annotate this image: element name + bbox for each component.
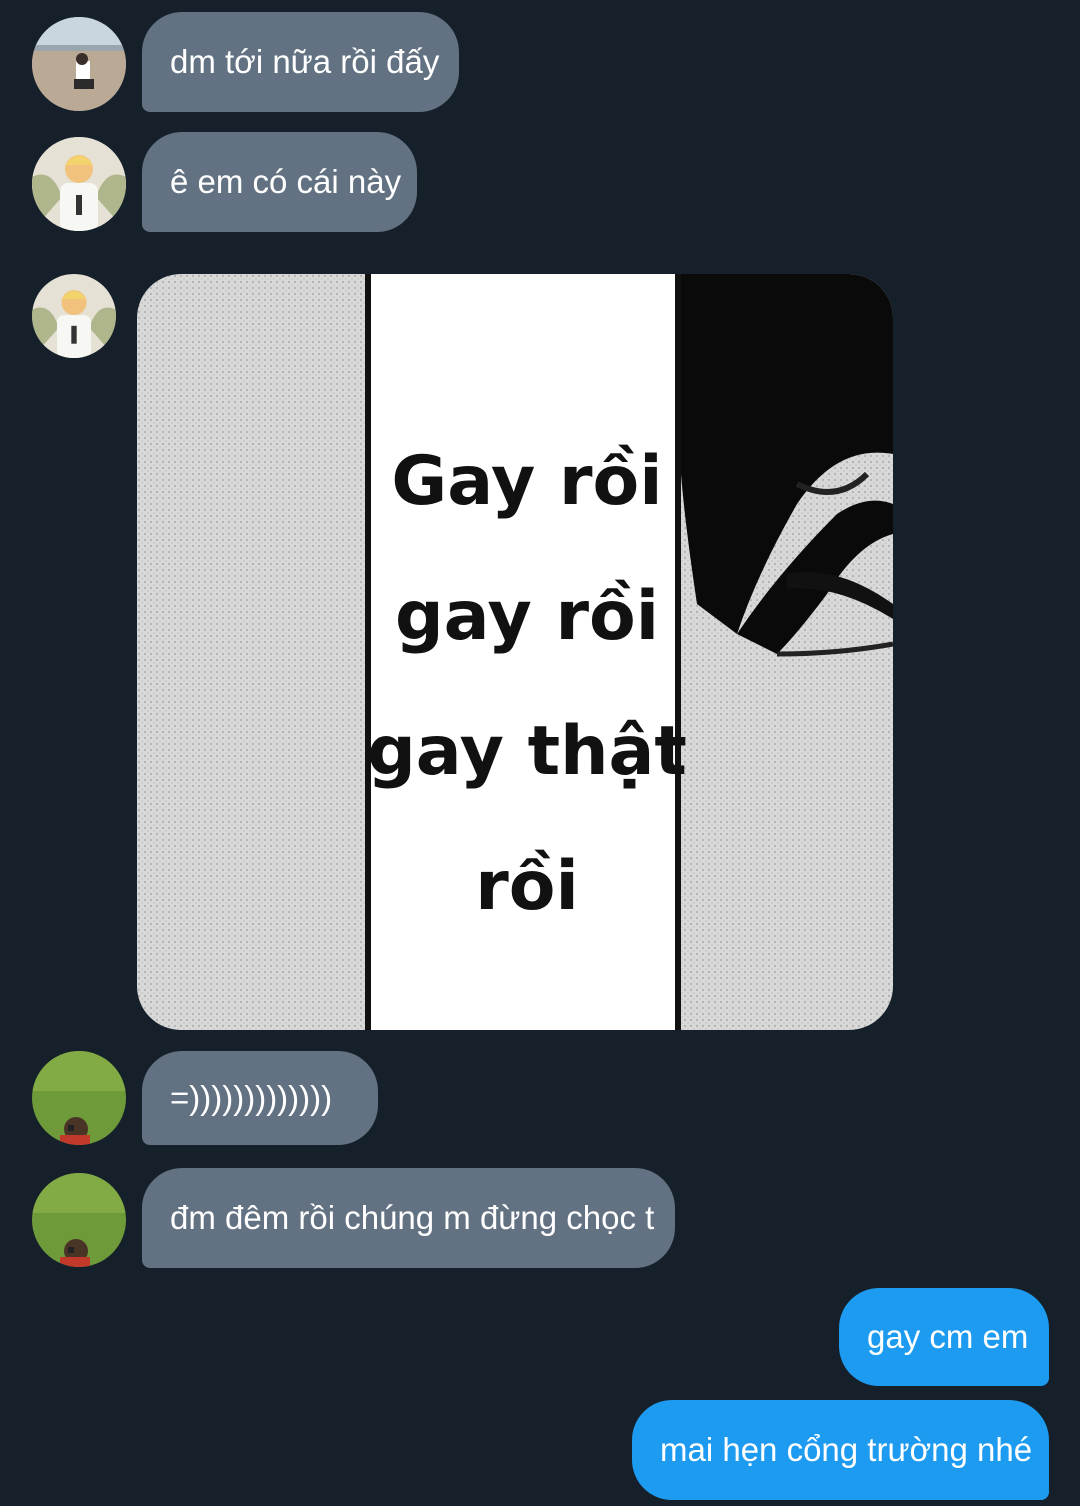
caption-line-2: gay rồi — [395, 577, 659, 656]
message-text: đm đêm rồi chúng m đừng chọc t — [170, 1199, 655, 1236]
avatar-grass-user[interactable] — [32, 1173, 126, 1267]
message-text: ê em có cái này — [170, 163, 402, 200]
avatar-blonde-user[interactable] — [32, 137, 126, 231]
message-image-meme[interactable]: Gay rồi gay rồi gay thật rồi — [137, 274, 893, 1030]
message-bubble-outgoing[interactable]: mai hẹn cổng trường nhé — [632, 1400, 1049, 1500]
avatar-blonde-image — [32, 137, 126, 231]
avatar-blonde-image — [32, 274, 116, 358]
avatar-grass-image — [32, 1173, 126, 1267]
avatar-beach-image — [32, 17, 126, 111]
message-bubble-incoming[interactable]: đm đêm rồi chúng m đừng chọc t — [142, 1168, 675, 1268]
caption-line-4: rồi — [475, 847, 579, 926]
message-bubble-outgoing[interactable]: gay cm em — [839, 1288, 1049, 1386]
avatar-grass-user[interactable] — [32, 1051, 126, 1145]
message-bubble-incoming[interactable]: ê em có cái này — [142, 132, 417, 232]
manga-panel-image: Gay rồi gay rồi gay thật rồi — [137, 274, 893, 1030]
message-text: mai hẹn cổng trường nhé — [660, 1431, 1033, 1468]
message-text: dm tới nữa rồi đấy — [170, 43, 440, 80]
message-bubble-incoming[interactable]: =))))))))))))) — [142, 1051, 378, 1145]
avatar-blonde-user[interactable] — [32, 274, 116, 358]
message-bubble-incoming[interactable]: dm tới nữa rồi đấy — [142, 12, 459, 112]
message-text: gay cm em — [867, 1318, 1029, 1355]
avatar-grass-image — [32, 1051, 126, 1145]
caption-line-1: Gay rồi — [391, 442, 662, 521]
avatar-beach-user[interactable] — [32, 17, 126, 111]
message-text: =))))))))))))) — [170, 1079, 333, 1116]
conversation-thread: dm tới nữa rồi đấy ê em có cái này Gay r… — [0, 0, 1080, 1506]
caption-line-3: gay thật — [367, 712, 687, 791]
